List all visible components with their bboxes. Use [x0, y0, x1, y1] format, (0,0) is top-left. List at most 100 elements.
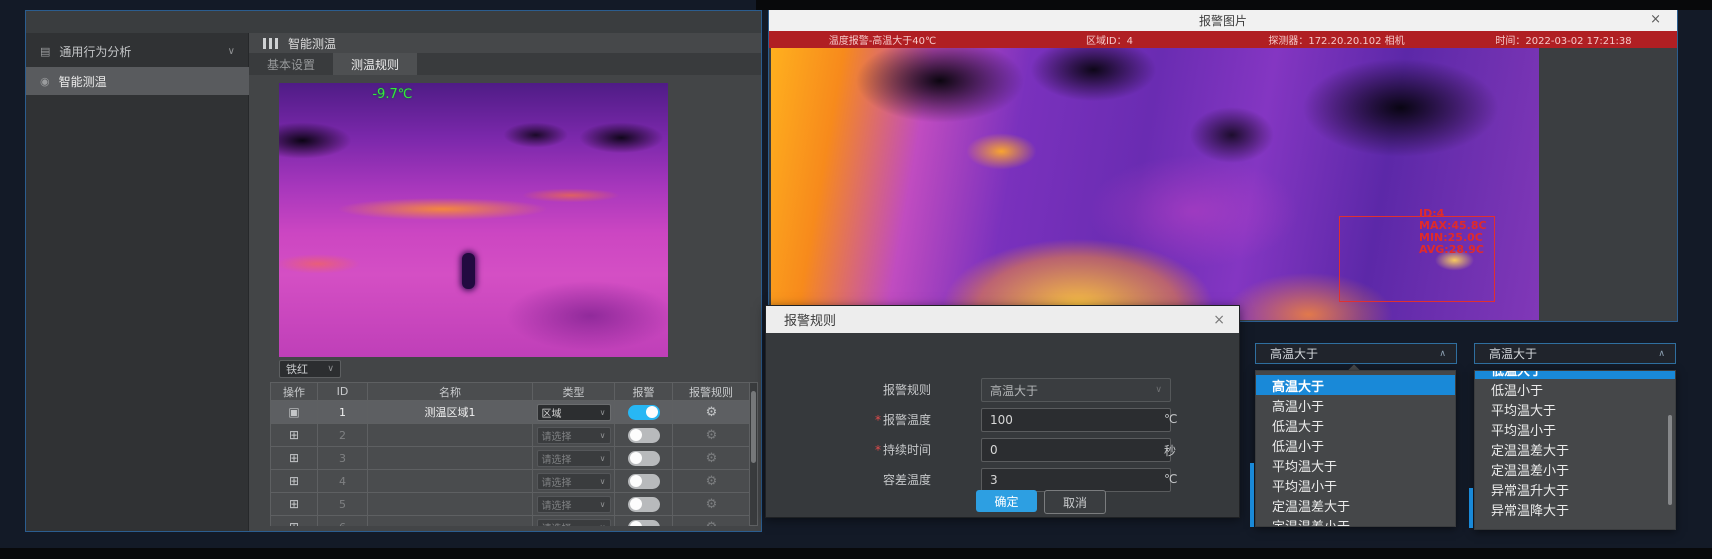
thermal-preview-image[interactable]: -9.7℃	[279, 83, 668, 357]
duration-input[interactable]: 0	[981, 438, 1171, 462]
alarm-cell	[615, 493, 673, 515]
type-select[interactable]: 请选择∨	[537, 427, 611, 444]
gear-icon[interactable]: ⚙	[706, 428, 718, 443]
table-header-cell: 报警	[615, 383, 673, 400]
dropdown-option[interactable]: 定温温差小于	[1256, 515, 1455, 527]
type-select[interactable]: 区域∨	[537, 404, 611, 421]
dropdown-option[interactable]: 定温温差小于	[1475, 459, 1675, 479]
add-region-icon[interactable]: ⊞	[289, 497, 299, 511]
toggle-knob	[630, 475, 642, 487]
alarm-thermal-image: ID:4 MAX:45.8C MIN:25.0C AVG:28.9C	[771, 48, 1539, 320]
dropdown-option[interactable]: 定温温差大于	[1475, 439, 1675, 459]
rule-cell: ⚙	[673, 401, 750, 423]
name-cell[interactable]	[368, 424, 533, 446]
palette-select-value: 铁红	[286, 361, 308, 377]
dropdown-option[interactable]: 低温大于	[1475, 370, 1675, 379]
alarm-cell	[615, 401, 673, 423]
dropdown-option[interactable]: 高温大于	[1256, 375, 1455, 395]
alarm-toggle[interactable]	[628, 497, 660, 512]
type-select-value: 请选择	[542, 497, 572, 512]
sidebar-item-label: 智能测温	[59, 73, 107, 90]
sidebar-item-smart-temp[interactable]: ◉ 智能测温	[26, 67, 249, 95]
dropdown-option[interactable]: 定温温差大于	[1256, 495, 1455, 515]
field-label: *持续时间	[801, 441, 931, 458]
type-cell: 请选择∨	[533, 424, 615, 446]
close-icon[interactable]: ×	[1650, 12, 1661, 27]
add-region-icon[interactable]: ⊞	[289, 520, 299, 526]
gear-icon[interactable]: ⚙	[706, 451, 718, 466]
cancel-button[interactable]: 取消	[1044, 490, 1106, 514]
type-select-value: 请选择	[542, 474, 572, 489]
dropdown-option[interactable]: 低温大于	[1256, 415, 1455, 435]
alarm-toggle[interactable]	[628, 474, 660, 489]
alarm-detector-text: 探测器：172.20.20.102 相机	[1223, 32, 1450, 47]
table-row[interactable]: ⊞5请选择∨⚙	[271, 493, 750, 516]
sidebar-item-behavior-analysis[interactable]: ▤ 通用行为分析 ∨	[26, 37, 249, 65]
dialog-title-bar: 报警图片	[769, 10, 1677, 31]
rule-type-select-2[interactable]: 高温大于 ∧	[1474, 343, 1676, 364]
ok-button[interactable]: 确定	[976, 490, 1037, 512]
required-asterisk: *	[875, 443, 881, 457]
alarm-toggle[interactable]	[628, 451, 660, 466]
table-scrollbar[interactable]	[749, 382, 758, 526]
close-icon[interactable]: ×	[1213, 312, 1225, 328]
name-cell[interactable]	[368, 493, 533, 515]
dropdown-2-scroll-indicator[interactable]	[1469, 488, 1473, 528]
alarm-toggle[interactable]	[628, 520, 660, 527]
drag-handle-icon[interactable]	[263, 38, 278, 49]
add-region-icon[interactable]: ⊞	[289, 474, 299, 488]
type-select[interactable]: 请选择∨	[537, 519, 611, 527]
alarm-toggle[interactable]	[628, 428, 660, 443]
dropdown-option[interactable]: 异常温降大于	[1475, 499, 1675, 519]
dropdown-2-scrollbar[interactable]	[1668, 415, 1672, 505]
dropdown-option[interactable]: 平均温小于	[1475, 419, 1675, 439]
tab-basic-settings[interactable]: 基本设置	[249, 53, 333, 75]
required-asterisk: *	[875, 413, 881, 427]
dropdown-option[interactable]: 平均温小于	[1256, 475, 1455, 495]
table-row[interactable]: ⊞2请选择∨⚙	[271, 424, 750, 447]
chevron-down-icon[interactable]: ∨	[228, 46, 235, 57]
add-region-icon[interactable]: ⊞	[289, 428, 299, 442]
dropdown-option[interactable]: 平均温大于	[1475, 399, 1675, 419]
rule-type-select-1[interactable]: 高温大于 ∧	[1255, 343, 1457, 364]
gear-icon[interactable]: ⚙	[706, 474, 718, 489]
dropdown-option[interactable]: 平均温大于	[1256, 455, 1455, 475]
dropdown-option[interactable]: 异常温升大于	[1475, 479, 1675, 499]
rule-cell: ⚙	[673, 447, 750, 469]
name-cell[interactable]: 测温区域1	[368, 401, 533, 423]
name-cell[interactable]	[368, 470, 533, 492]
dropdown-1-scroll-indicator[interactable]	[1250, 463, 1254, 527]
name-cell[interactable]	[368, 447, 533, 469]
alarm-temp-input[interactable]: 100	[981, 408, 1171, 432]
type-select[interactable]: 请选择∨	[537, 496, 611, 513]
type-select[interactable]: 请选择∨	[537, 450, 611, 467]
field-label: *报警温度	[801, 411, 931, 428]
grid-icon: ▤	[40, 45, 50, 58]
table-row[interactable]: ⊞4请选择∨⚙	[271, 470, 750, 493]
gear-icon[interactable]: ⚙	[706, 405, 718, 420]
palette-select[interactable]: 铁红 ∨	[279, 360, 341, 378]
scrollbar-thumb[interactable]	[751, 391, 756, 463]
table-header-cell: 类型	[533, 383, 615, 400]
type-select[interactable]: 请选择∨	[537, 473, 611, 490]
name-cell[interactable]	[368, 516, 533, 526]
bottom-black-strip	[0, 548, 1712, 559]
dropdown-option[interactable]: 低温小于	[1256, 435, 1455, 455]
alarm-toggle[interactable]	[628, 405, 660, 420]
alarm-rule-select[interactable]: 高温大于 ∨	[981, 378, 1171, 402]
gear-icon[interactable]: ⚙	[706, 520, 718, 527]
toggle-knob	[630, 521, 642, 526]
rule-type-select-1-value: 高温大于	[1270, 345, 1318, 362]
type-select-value: 区域	[542, 405, 562, 420]
tolerance-input[interactable]: 3	[981, 468, 1171, 492]
dropdown-option[interactable]: 高温小于	[1256, 395, 1455, 415]
gear-icon[interactable]: ⚙	[706, 497, 718, 512]
dropdown-option[interactable]: 低温小于	[1475, 379, 1675, 399]
add-region-icon[interactable]: ⊞	[289, 451, 299, 465]
table-row[interactable]: ⊞3请选择∨⚙	[271, 447, 750, 470]
delete-region-icon[interactable]: ▣	[288, 405, 299, 419]
table-row[interactable]: ⊞6请选择∨⚙	[271, 516, 750, 526]
op-cell: ▣	[271, 401, 318, 423]
tab-temp-rules[interactable]: 测温规则	[333, 53, 417, 75]
table-row[interactable]: ▣1测温区域1区域∨⚙	[271, 401, 750, 424]
